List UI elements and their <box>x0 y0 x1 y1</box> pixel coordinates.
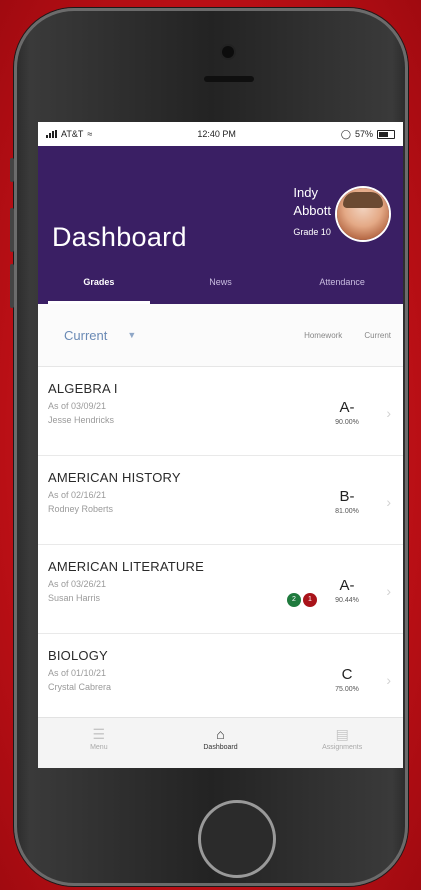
dashboard-header: Dashboard Indy Abbott Grade 10 Grades Ne… <box>38 146 403 304</box>
course-as-of: As of 03/09/21 <box>48 401 107 411</box>
user-first-name: Indy <box>293 185 318 200</box>
tab-grades[interactable]: Grades <box>38 264 160 304</box>
user-profile[interactable]: Indy Abbott Grade 10 <box>293 184 331 241</box>
page-title: Dashboard <box>52 222 187 252</box>
status-time: 12:40 PM <box>197 129 236 139</box>
avatar[interactable] <box>337 188 389 240</box>
course-percent: 90.44% <box>335 597 359 604</box>
nav-dashboard[interactable]: ⌂ Dashboard <box>160 718 282 768</box>
filter-bar: Current ▼ Homework Current <box>38 304 403 367</box>
course-name: AMERICAN HISTORY <box>48 470 181 485</box>
user-grade: Grade 10 <box>293 227 331 237</box>
status-bar: AT&T ≈ 12:40 PM ◯ 57% <box>38 122 403 146</box>
missing-assignments-badge[interactable]: 1 <box>303 593 317 607</box>
course-row[interactable]: AMERICAN LITERATURE As of 03/26/21 Susan… <box>38 545 403 634</box>
course-percent: 75.00% <box>335 686 359 693</box>
bottom-nav: ☰ Menu ⌂ Dashboard ▤ Assignments <box>38 717 403 768</box>
course-grade: A- <box>339 577 355 594</box>
earpiece-speaker <box>204 76 254 82</box>
volume-down-button <box>10 264 14 308</box>
volume-up-button <box>10 208 14 252</box>
course-name: ALGEBRA I <box>48 381 118 396</box>
nav-menu[interactable]: ☰ Menu <box>38 718 160 768</box>
course-percent: 81.00% <box>335 508 359 515</box>
course-grade: B- <box>339 488 355 505</box>
nav-assignments-label: Assignments <box>322 744 363 751</box>
home-button[interactable] <box>198 800 276 878</box>
chevron-right-icon: › <box>386 672 391 688</box>
assignments-icon: ▤ <box>335 726 349 742</box>
battery-percent: 57% <box>354 129 373 139</box>
app-screen: AT&T ≈ 12:40 PM ◯ 57% Dashboard Indy Abb… <box>38 122 403 768</box>
tab-attendance[interactable]: Attendance <box>281 264 403 304</box>
carrier-label: AT&T <box>61 129 84 139</box>
course-teacher: Susan Harris <box>48 593 101 603</box>
course-teacher: Jesse Hendricks <box>48 415 115 425</box>
course-as-of: As of 03/26/21 <box>48 579 107 589</box>
menu-icon: ☰ <box>92 726 106 742</box>
course-row[interactable]: AMERICAN HISTORY As of 02/16/21 Rodney R… <box>38 456 403 545</box>
course-row[interactable]: ALGEBRA I As of 03/09/21 Jesse Hendricks… <box>38 367 403 456</box>
course-row[interactable]: BIOLOGY As of 01/10/21 Crystal Cabrera C… <box>38 634 403 723</box>
course-teacher: Crystal Cabrera <box>48 682 112 692</box>
course-as-of: As of 02/16/21 <box>48 490 107 500</box>
term-select[interactable]: Current ▼ <box>50 328 136 343</box>
home-icon: ⌂ <box>216 726 225 742</box>
chevron-right-icon: › <box>386 494 391 510</box>
nav-dashboard-label: Dashboard <box>203 744 238 751</box>
battery-icon <box>376 129 395 139</box>
signal-icon <box>46 130 57 138</box>
chevron-right-icon: › <box>386 405 391 421</box>
user-last-name: Abbott <box>293 203 331 218</box>
nav-assignments[interactable]: ▤ Assignments <box>281 718 403 768</box>
wifi-icon: ≈ <box>87 129 93 139</box>
chevron-down-icon: ▼ <box>127 330 137 340</box>
course-grade: A- <box>339 399 355 416</box>
mute-switch <box>10 158 14 182</box>
course-grade: C <box>341 666 353 683</box>
front-camera <box>222 46 234 58</box>
term-select-value: Current <box>64 327 108 343</box>
course-name: BIOLOGY <box>48 648 108 663</box>
course-name: AMERICAN LITERATURE <box>48 559 204 574</box>
current-link[interactable]: Current <box>364 331 391 340</box>
new-assignments-badge[interactable]: 2 <box>287 593 301 607</box>
course-percent: 90.00% <box>335 419 359 426</box>
tab-bar: Grades News Attendance <box>38 264 403 304</box>
course-teacher: Rodney Roberts <box>48 504 114 514</box>
tab-news[interactable]: News <box>160 264 282 304</box>
alarm-icon: ◯ <box>340 128 351 139</box>
course-as-of: As of 01/10/21 <box>48 668 107 678</box>
chevron-right-icon: › <box>386 583 391 599</box>
nav-menu-label: Menu <box>90 744 108 751</box>
homework-link[interactable]: Homework <box>304 331 342 340</box>
